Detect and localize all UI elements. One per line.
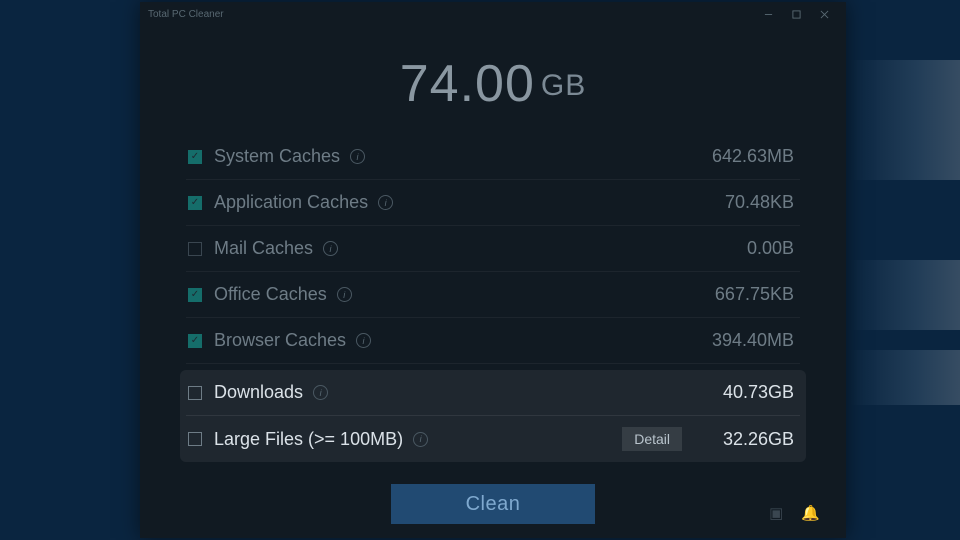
total-size-value: 74.00 [400,55,535,113]
list-item[interactable]: Application Caches i 70.48KB [186,180,800,226]
list-item[interactable]: System Caches i 642.63MB [186,134,800,180]
item-label: Office Caches [214,284,327,305]
item-size: 70.48KB [698,192,794,213]
category-list: System Caches i 642.63MB Application Caches… [186,134,800,462]
checkbox[interactable] [188,150,202,164]
total-size: 74.00GB [140,54,846,114]
list-item[interactable]: Browser Caches i 394.40MB [186,318,800,364]
item-size: 32.26GB [698,429,794,450]
detail-button[interactable]: Detail [622,427,682,451]
info-icon[interactable]: i [350,149,365,164]
list-item[interactable]: Office Caches i 667.75KB [186,272,800,318]
clean-button[interactable]: Clean [391,484,595,524]
footer-icons: ▣ 🔔 [769,504,820,522]
item-label: Large Files (>= 100MB) [214,429,403,450]
info-icon[interactable]: i [313,385,328,400]
item-label: Downloads [214,382,303,403]
info-icon[interactable]: i [378,195,393,210]
checkbox[interactable] [188,334,202,348]
item-label: System Caches [214,146,340,167]
notification-icon[interactable]: 🔔 [801,504,820,522]
checkbox[interactable] [188,432,202,446]
feedback-icon[interactable]: ▣ [769,504,783,522]
app-window: Total PC Cleaner 74.00GB System Caches i 6… [140,2,846,538]
total-size-unit: GB [541,69,586,102]
info-icon[interactable]: i [323,241,338,256]
item-size: 40.73GB [698,382,794,403]
checkbox[interactable] [188,196,202,210]
item-label: Application Caches [214,192,368,213]
item-size: 667.75KB [698,284,794,305]
close-button[interactable] [810,4,838,24]
item-size: 642.63MB [698,146,794,167]
info-icon[interactable]: i [337,287,352,302]
checkbox[interactable] [188,242,202,256]
item-label: Mail Caches [214,238,313,259]
list-item[interactable]: Downloads i 40.73GB [186,370,800,416]
list-item[interactable]: Large Files (>= 100MB) i Detail 32.26GB [186,416,800,462]
item-size: 0.00B [698,238,794,259]
maximize-button[interactable] [782,4,810,24]
titlebar: Total PC Cleaner [140,2,846,26]
highlight-group: Downloads i 40.73GB Large Files (>= 100MB) i… [180,370,806,462]
item-size: 394.40MB [698,330,794,351]
checkbox[interactable] [188,386,202,400]
info-icon[interactable]: i [413,432,428,447]
window-title: Total PC Cleaner [148,9,754,20]
list-item[interactable]: Mail Caches i 0.00B [186,226,800,272]
checkbox[interactable] [188,288,202,302]
minimize-button[interactable] [754,4,782,24]
item-label: Browser Caches [214,330,346,351]
info-icon[interactable]: i [356,333,371,348]
